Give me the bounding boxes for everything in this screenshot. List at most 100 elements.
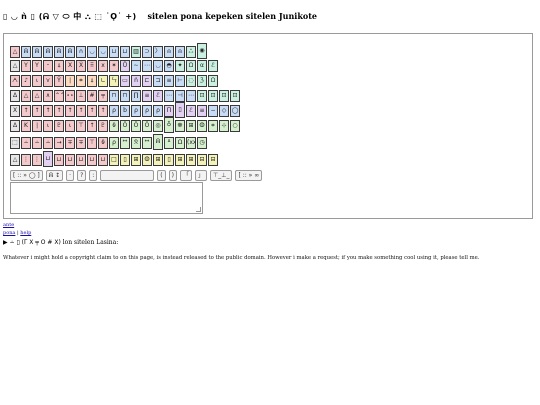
glyph-key[interactable]: △ (21, 90, 31, 102)
glyph-key[interactable]: ᕱ (21, 46, 31, 58)
glyph-key[interactable]: ⊔ (109, 46, 119, 58)
glyph-key[interactable]: ᕱ (65, 46, 75, 58)
toolbar-button-dot[interactable]: · (66, 170, 75, 181)
glyph-key[interactable]: ⌃⌃ (54, 90, 64, 102)
glyph-key[interactable]: → (54, 137, 64, 149)
glyph-key[interactable]: ↑ (87, 120, 97, 132)
glyph-key[interactable]: ǹ (131, 75, 141, 87)
glyph-key[interactable]: ≡ (197, 105, 207, 117)
glyph-key[interactable]: ♁ (164, 117, 174, 133)
glyph-key[interactable]: П (164, 105, 174, 117)
glyph-key[interactable]: ↑ (43, 105, 53, 117)
glyph-key[interactable]: ♇ (98, 120, 108, 132)
glyph-key[interactable]: (xx) (186, 137, 196, 149)
glyph-key[interactable]: ⊡ (230, 90, 240, 102)
toolbar-button-question[interactable]: ? (77, 170, 87, 181)
glyph-key[interactable]: ⊔ (120, 46, 130, 58)
glyph-key[interactable]: ⊢ (175, 75, 185, 87)
glyph-key[interactable]: Ẋ (76, 60, 86, 72)
glyph-key[interactable]: ⊏ (142, 75, 152, 87)
glyph-key[interactable]: ⊟ (208, 154, 218, 166)
glyph-key[interactable]: ⊓ (120, 90, 130, 102)
glyph-key[interactable]: ᐞ (164, 137, 174, 149)
glyph-key[interactable]: ⵀ (197, 120, 207, 132)
glyph-key[interactable]: ∼ (131, 60, 141, 72)
glyph-key[interactable]: ⋯ (142, 60, 152, 72)
glyph-key[interactable]: ∧ (43, 90, 53, 102)
glyph-key[interactable]: ✦ (175, 60, 185, 72)
glyph-key[interactable]: ⋯ (164, 90, 174, 102)
glyph-key[interactable]: α (197, 60, 207, 72)
glyph-key[interactable]: ☸ (175, 120, 185, 132)
glyph-key[interactable]: ᘯ (208, 75, 218, 87)
toolbar-button-paren-open[interactable]: ( (157, 170, 166, 181)
glyph-key[interactable]: △ (32, 90, 42, 102)
glyph-key[interactable]: Δ (10, 90, 20, 102)
glyph-key[interactable]: ↑ (65, 105, 75, 117)
help-link[interactable]: help (20, 230, 31, 236)
glyph-key[interactable]: ⊃ (142, 46, 152, 58)
glyph-key[interactable]: ∓ (76, 137, 86, 149)
glyph-key[interactable]: Ö (142, 120, 152, 132)
toolbar-button-paren-close[interactable]: ) (168, 170, 177, 181)
glyph-key[interactable]: ⍬ (98, 137, 108, 149)
glyph-key[interactable]: ρ (131, 105, 141, 117)
glyph-key[interactable]: ᗅ (10, 75, 20, 87)
glyph-key[interactable]: − (208, 105, 218, 117)
toolbar-button-shift[interactable]: ᕱ ↕ (45, 170, 64, 181)
resize-grip-icon[interactable] (196, 207, 201, 212)
glyph-key[interactable]: ▯ (164, 154, 174, 166)
glyph-key[interactable]: ∣ (32, 120, 42, 132)
glyph-key[interactable]: ⋎ (43, 75, 53, 87)
glyph-key[interactable]: ∓ (65, 137, 75, 149)
glyph-key[interactable]: ◡ (87, 46, 97, 58)
toolbar-button-bracket-close[interactable]: 」 (194, 170, 207, 181)
toolbar-blank-button[interactable] (100, 170, 155, 181)
glyph-key[interactable]: ρ (109, 105, 119, 117)
glyph-key[interactable]: ◇ (219, 105, 229, 117)
glyph-key[interactable]: ⊞ (186, 154, 196, 166)
glyph-key[interactable]: ⊞ (175, 154, 185, 166)
glyph-key[interactable]: ≡ (142, 90, 152, 102)
glyph-key[interactable]: ⊤ (87, 137, 97, 149)
glyph-key[interactable]: x (98, 60, 108, 72)
glyph-key[interactable]: ⊔ (98, 154, 108, 166)
glyph-key[interactable]: ᕱ (54, 46, 64, 58)
toolbar-button-underscore[interactable]: ⊤_⊥_ (210, 170, 233, 181)
glyph-key[interactable]: ᕱ (153, 134, 163, 150)
glyph-key[interactable]: ᘝ (131, 137, 141, 149)
toolbar-button-frame[interactable]: [ :: » ◯ ] (10, 170, 43, 181)
glyph-key[interactable]: □ (109, 154, 119, 166)
glyph-key[interactable]: ∸ (21, 137, 31, 149)
glyph-key[interactable]: ↑ (54, 105, 64, 117)
glyph-key[interactable]: ᵕ (43, 60, 53, 72)
glyph-key[interactable]: ∩ (76, 46, 86, 58)
glyph-key[interactable]: ⊹ (219, 120, 229, 132)
glyph-key[interactable]: ρ (142, 105, 152, 117)
glyph-key[interactable]: Y (32, 60, 42, 72)
glyph-key[interactable]: ⍋ (87, 75, 97, 87)
glyph-key[interactable]: ○ (230, 120, 240, 132)
glyph-key[interactable]: ⊡ (208, 90, 218, 102)
glyph-key[interactable]: K (21, 120, 31, 132)
glyph-key[interactable]: ⊣ (175, 90, 185, 102)
glyph-key[interactable]: ⊟ (197, 154, 207, 166)
glyph-key[interactable]: ⊓ (109, 90, 119, 102)
glyph-key[interactable]: ∣ (65, 75, 75, 87)
glyph-key[interactable]: ⍳ (32, 75, 42, 87)
glyph-key[interactable]: △ (10, 154, 20, 166)
glyph-key[interactable]: ⍬ (109, 120, 119, 132)
glyph-key[interactable]: ㄣ (109, 75, 119, 87)
glyph-key[interactable]: ↑ (21, 105, 31, 117)
glyph-key[interactable]: ↑ (98, 105, 108, 117)
glyph-key[interactable]: ᕱ (32, 46, 42, 58)
glyph-key[interactable]: ℰ (153, 90, 163, 102)
glyph-key[interactable]: ⠿ (87, 60, 97, 72)
glyph-key[interactable]: ⊤ (76, 120, 86, 132)
glyph-key[interactable]: ╤ (98, 90, 108, 102)
glyph-key[interactable]: ≡ (164, 75, 174, 87)
glyph-key[interactable]: ⍝ (175, 46, 185, 58)
glyph-key[interactable]: ♪ (21, 75, 31, 87)
glyph-key[interactable]: ↑ (32, 105, 42, 117)
glyph-key[interactable]: ⌗ (208, 120, 218, 132)
